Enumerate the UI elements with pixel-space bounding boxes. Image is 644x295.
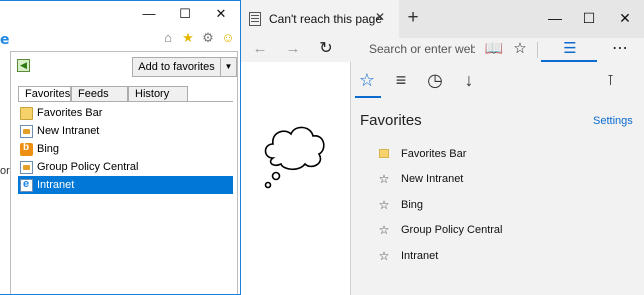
ie-favorites-list: Favorites Bar New Intranet Bing Group Po… [18,101,233,194]
star-icon: ☆ [378,223,390,238]
star-icon: ☆ [378,172,390,187]
ie-favorite-item[interactable]: Favorites Bar [18,104,233,122]
toolbar-divider [537,42,538,58]
close-icon[interactable]: ✕ [208,5,234,23]
favorite-star-icon[interactable]: ☆ [507,38,533,62]
minimize-icon[interactable]: — [136,5,162,23]
hub-favorite-label: Intranet [401,249,439,262]
favorites-star-icon[interactable]: ★ [180,29,196,47]
hub-tabs: ☆ ≡ ◷ ↓ ⊺ [351,62,644,98]
tab-history[interactable]: History [128,86,188,101]
reading-view-icon[interactable]: 📖 [481,38,507,62]
hub-favorite-item[interactable]: ☆ Group Policy Central [378,218,638,244]
edge-tab[interactable]: Can't reach this page ✕ [241,0,399,38]
chevron-down-icon[interactable]: ▼ [220,58,236,76]
hub-title: Favorites [360,112,422,129]
pin-favorites-center-icon[interactable]: ◀ [17,59,30,72]
add-to-favorites-button[interactable]: Add to favorites ▼ [132,57,237,77]
hub-favorite-item[interactable]: ☆ Bing [378,192,638,218]
reading-list-icon[interactable]: ≡ [389,68,413,92]
favorites-center-tabs: Favorites Feeds History [18,86,188,102]
hub-favorite-label: Group Policy Central [401,224,503,237]
hub-favorite-item[interactable]: Favorites Bar [378,141,638,167]
page-icon [20,124,33,138]
page-icon [20,160,33,174]
bing-icon [20,142,33,156]
ie-favorite-item-selected[interactable]: Intranet [18,176,233,194]
edge-tab-bar: Can't reach this page ✕ + — ☐ ✕ [241,0,644,38]
edge-nav-bar: ← → ↻ Search or enter web ac 📖 ☆ ☰ ⋯ [241,38,644,62]
download-icon[interactable]: ↓ [457,68,481,92]
tab-title: Can't reach this page [269,12,383,26]
ie-favorite-label: Bing [37,143,60,155]
ie-favorite-label: Intranet [37,179,75,191]
page-content [241,62,348,295]
favorites-center-panel: ◀ Add to favorites ▼ Favorites Feeds His… [10,51,238,294]
ie-icon [20,178,33,192]
ie-toolbar-icons: ⌂ ★ ⚙ ☺ [160,29,236,47]
hub-favorite-item[interactable]: ☆ New Intranet [378,167,638,193]
favorites-star-icon[interactable]: ☆ [355,68,379,92]
thought-cloud-icon [264,126,325,189]
folder-icon [20,106,33,120]
address-bar[interactable]: Search or enter web ac [355,38,475,62]
maximize-icon[interactable]: ☐ [575,8,603,28]
hub-favorite-label: New Intranet [401,173,464,186]
add-to-favorites-label[interactable]: Add to favorites [133,58,220,76]
gear-icon[interactable]: ⚙ [200,29,216,47]
ie-favorite-label: New Intranet [37,125,100,137]
close-icon[interactable]: ✕ [611,8,639,28]
new-tab-icon[interactable]: + [401,6,425,30]
ie-favorite-item[interactable]: New Intranet [18,122,233,140]
back-arrow-icon[interactable]: ← [247,38,273,62]
hub-favorite-item[interactable]: ☆ Intranet [378,243,638,269]
star-icon: ☆ [378,248,390,263]
forward-arrow-icon[interactable]: → [280,38,306,62]
hub-favorite-label: Bing [401,198,424,211]
refresh-icon[interactable]: ↻ [313,38,339,62]
minimize-icon[interactable]: — [541,8,569,28]
smiley-feedback-icon[interactable]: ☺ [220,29,236,47]
page-icon [249,12,261,26]
ie-logo-icon: e [0,32,10,46]
edge-window: Can't reach this page ✕ + — ☐ ✕ ← → ↻ Se… [241,0,644,295]
tab-favorites[interactable]: Favorites [18,86,71,102]
hub-tab-indicator [355,96,381,98]
settings-link[interactable]: Settings [593,115,633,127]
tab-feeds[interactable]: Feeds [71,86,128,101]
close-tab-icon[interactable]: ✕ [375,10,385,24]
ie-favorite-item[interactable]: Bing [18,140,233,158]
ie-favorite-item[interactable]: Group Policy Central [18,158,233,176]
history-icon[interactable]: ◷ [423,68,447,92]
folder-icon [379,149,389,159]
star-icon: ☆ [378,197,390,212]
page-text-fragment: or [0,165,10,177]
ie-favorite-label: Favorites Bar [37,107,103,119]
ie-window: — ☐ ✕ e ⌂ ★ ⚙ ☺ or ◀ Add to favorites ▼ … [0,0,241,295]
home-icon[interactable]: ⌂ [160,29,176,47]
pin-icon[interactable]: ⊺ [607,72,614,89]
hub-icon[interactable]: ☰ [557,38,583,62]
hub-favorites-list: Favorites Bar ☆ New Intranet ☆ Bing ☆ Gr… [378,141,638,269]
hub-favorite-label: Favorites Bar [401,147,467,160]
ie-favorite-label: Group Policy Central [37,161,139,173]
svg-text:e: e [0,32,10,46]
ie-titlebar: — ☐ ✕ [0,1,240,27]
more-icon[interactable]: ⋯ [607,38,633,62]
maximize-icon[interactable]: ☐ [172,5,198,23]
hub-panel: ☆ ≡ ◷ ↓ ⊺ Favorites Settings Favorites B… [350,62,644,295]
